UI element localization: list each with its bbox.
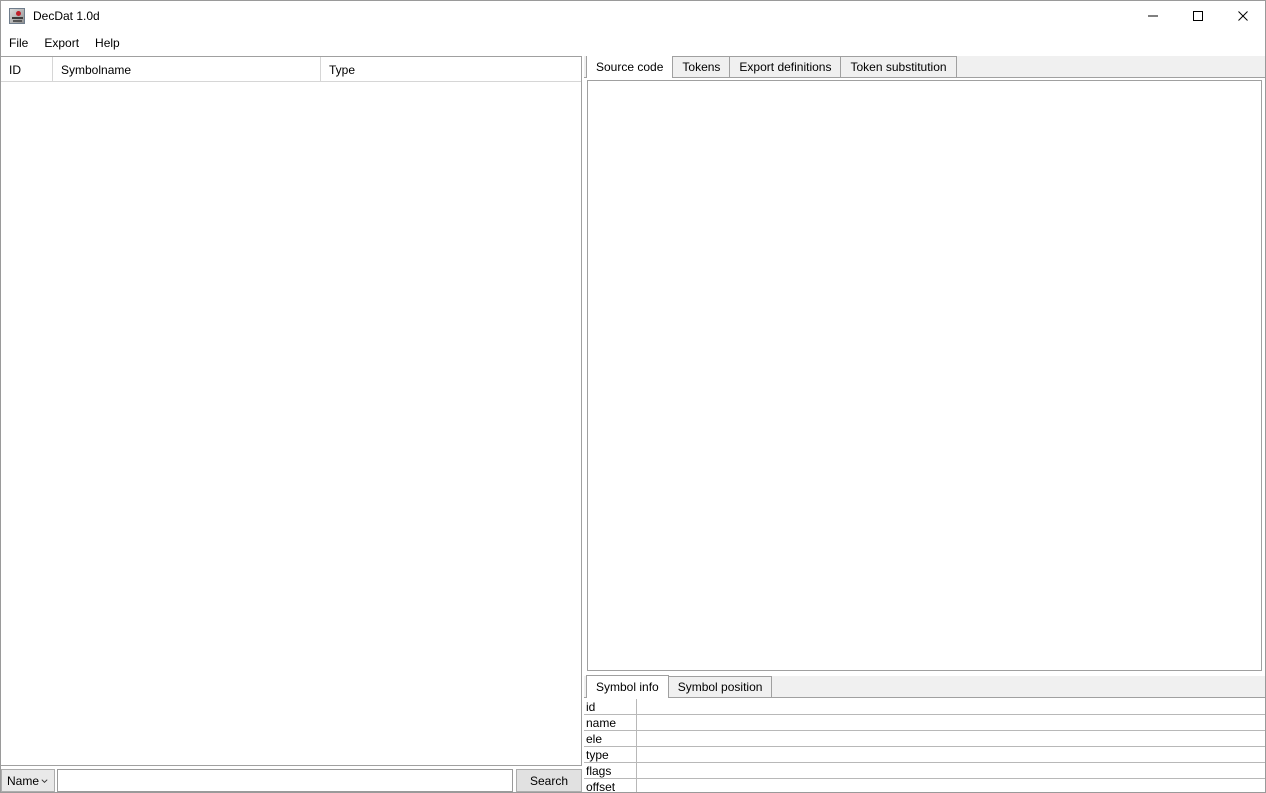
tab-token-substitution[interactable]: Token substitution <box>840 56 957 77</box>
symbol-info-value-type[interactable] <box>637 747 1265 762</box>
symbol-info-row: type <box>584 747 1265 763</box>
search-bar: Name Search <box>1 769 582 792</box>
symbol-info-key-offset: offset <box>584 779 637 792</box>
close-icon <box>1237 11 1248 21</box>
symbol-info-row: flags <box>584 763 1265 779</box>
minimize-icon <box>1147 15 1158 17</box>
maximize-icon <box>1192 11 1203 21</box>
tab-source-code[interactable]: Source code <box>586 56 674 78</box>
editor-tab-strip: Source code Tokens Export definitions To… <box>584 56 1265 78</box>
source-code-editor[interactable] <box>587 80 1262 671</box>
application-window: DecDat 1.0d File Export Help ID Symbolna… <box>0 0 1266 793</box>
window-controls <box>1130 1 1265 31</box>
menu-bar: File Export Help <box>1 31 1265 54</box>
menu-item-file[interactable]: File <box>9 34 38 52</box>
search-input[interactable] <box>57 769 513 792</box>
menu-item-export[interactable]: Export <box>44 34 89 52</box>
symbol-info-value-ele[interactable] <box>637 731 1265 746</box>
symbol-info-key-type: type <box>584 747 637 762</box>
symbol-info-value-flags[interactable] <box>637 763 1265 778</box>
symbol-list-body[interactable] <box>1 82 581 765</box>
symbol-list-panel: ID Symbolname Type <box>1 56 582 766</box>
tab-symbol-info[interactable]: Symbol info <box>586 675 669 698</box>
symbol-info-row: offset <box>584 779 1265 792</box>
tab-symbol-position[interactable]: Symbol position <box>667 676 773 697</box>
maximize-button[interactable] <box>1175 1 1220 31</box>
menu-item-help[interactable]: Help <box>95 34 130 52</box>
tab-tokens[interactable]: Tokens <box>672 56 731 77</box>
column-header-symbolname[interactable]: Symbolname <box>53 57 321 82</box>
close-button[interactable] <box>1220 1 1265 31</box>
symbol-info-table: idnameeletypeflagsoffsetparentcontent <box>584 698 1265 792</box>
column-header-id[interactable]: ID <box>1 57 53 82</box>
window-title: DecDat 1.0d <box>33 9 100 23</box>
title-bar: DecDat 1.0d <box>1 1 1265 31</box>
symbol-info-row: name <box>584 715 1265 731</box>
symbol-info-key-id: id <box>584 699 637 714</box>
editor-panel: Source code Tokens Export definitions To… <box>584 56 1265 792</box>
search-field-selector[interactable]: Name <box>1 769 55 792</box>
symbol-info-value-id[interactable] <box>637 699 1265 714</box>
tab-export-definitions[interactable]: Export definitions <box>729 56 842 77</box>
search-field-selector-label: Name <box>7 773 40 788</box>
symbol-info-value-offset[interactable] <box>637 779 1265 792</box>
symbol-info-key-ele: ele <box>584 731 637 746</box>
chevron-down-icon <box>41 778 48 783</box>
symbol-info-key-name: name <box>584 715 637 730</box>
symbol-info-row: id <box>584 699 1265 715</box>
app-icon <box>9 8 25 24</box>
symbol-info-key-flags: flags <box>584 763 637 778</box>
detail-tab-strip: Symbol info Symbol position <box>584 675 1265 698</box>
minimize-button[interactable] <box>1130 1 1175 31</box>
symbol-list-header: ID Symbolname Type <box>1 57 581 82</box>
symbol-info-value-name[interactable] <box>637 715 1265 730</box>
symbol-info-row: ele <box>584 731 1265 747</box>
search-button[interactable]: Search <box>516 769 582 792</box>
column-header-type[interactable]: Type <box>321 57 581 82</box>
